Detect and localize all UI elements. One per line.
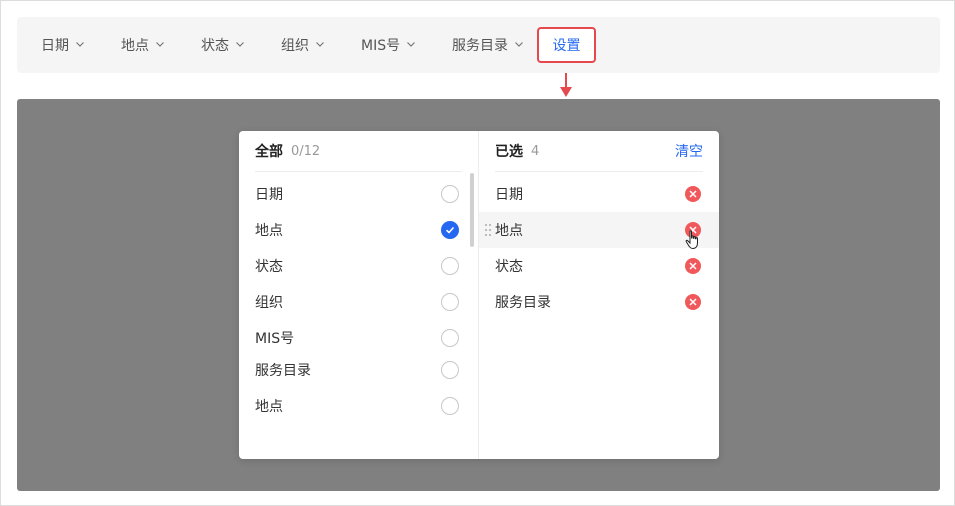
selected-columns-list: 已选 4 清空 日期 地点 状态 服务目录 — [479, 131, 719, 459]
filter-label: 地点 — [121, 38, 149, 54]
drag-handle-icon[interactable] — [484, 223, 492, 237]
remove-icon[interactable] — [685, 294, 701, 310]
all-columns-count: 0/12 — [291, 143, 321, 159]
chevron-down-icon — [236, 42, 244, 47]
arrow-down-icon — [560, 73, 572, 97]
list-item[interactable]: 状态 — [239, 248, 479, 284]
filter-label: MIS号 — [361, 38, 401, 54]
list-item[interactable]: MIS号 — [239, 320, 479, 356]
settings-button[interactable]: 设置 — [537, 27, 596, 63]
checkbox[interactable] — [441, 361, 459, 379]
checkbox[interactable] — [441, 185, 459, 203]
filter-date[interactable]: 日期 — [41, 17, 85, 73]
selected-item[interactable]: 日期 — [479, 176, 719, 212]
filter-mis[interactable]: MIS号 — [361, 17, 416, 73]
filter-bar: 日期 地点 状态 组织 MIS号 服务目录 设置 — [17, 17, 940, 73]
filter-label: 组织 — [281, 38, 309, 54]
selected-item[interactable]: 状态 — [479, 248, 719, 284]
checkbox[interactable] — [441, 329, 459, 347]
filter-status[interactable]: 状态 — [201, 17, 245, 73]
all-columns-header: 全部 0/12 — [255, 131, 462, 172]
scrollbar[interactable] — [470, 173, 474, 247]
filter-organization[interactable]: 组织 — [281, 17, 325, 73]
clear-button[interactable]: 清空 — [675, 141, 703, 161]
remove-icon[interactable] — [685, 258, 701, 274]
checkbox[interactable] — [441, 293, 459, 311]
close-icon — [689, 262, 697, 270]
chevron-down-icon — [407, 42, 416, 47]
filter-service-catalog[interactable]: 服务目录 — [452, 17, 524, 73]
selected-item-label: 服务目录 — [495, 295, 551, 311]
chevron-down-icon — [156, 42, 164, 47]
close-icon — [689, 298, 697, 306]
checkbox[interactable] — [441, 257, 459, 275]
checkbox[interactable] — [441, 397, 459, 415]
filter-label: 日期 — [41, 38, 69, 54]
selected-item-label: 日期 — [495, 187, 523, 203]
list-item[interactable]: 地点 — [239, 388, 479, 424]
selected-item-label: 地点 — [495, 223, 523, 239]
all-columns-title: 全部 — [255, 144, 283, 160]
filter-label: 状态 — [201, 38, 229, 54]
close-icon — [689, 190, 697, 198]
selected-item[interactable]: 服务目录 — [479, 284, 719, 320]
filter-label: 服务目录 — [452, 38, 508, 54]
list-item[interactable]: 组织 — [239, 284, 479, 320]
selected-columns-title: 已选 — [495, 144, 523, 160]
check-icon — [445, 226, 455, 234]
selected-item[interactable]: 地点 — [479, 212, 719, 248]
all-columns-list: 全部 0/12 日期 地点 状态 组织 MIS号 服务目录 地点 — [239, 131, 479, 459]
checkbox-checked[interactable] — [441, 221, 459, 239]
column-settings-panel: 全部 0/12 日期 地点 状态 组织 MIS号 服务目录 地点 已选 4 清空… — [239, 131, 719, 459]
window-frame: 日期 地点 状态 组织 MIS号 服务目录 设置 全部 0/12 日期 地点 状… — [0, 0, 955, 506]
chevron-down-icon — [76, 42, 84, 47]
selected-columns-count: 4 — [531, 143, 540, 159]
filter-location[interactable]: 地点 — [121, 17, 165, 73]
chevron-down-icon — [316, 42, 324, 47]
selected-columns-header: 已选 4 清空 — [495, 131, 703, 172]
list-item[interactable]: 服务目录 — [239, 352, 479, 388]
hand-cursor-icon — [685, 230, 698, 250]
list-item[interactable]: 日期 — [239, 176, 479, 212]
selected-item-label: 状态 — [495, 259, 523, 275]
settings-label: 设置 — [552, 38, 581, 54]
list-item[interactable]: 地点 — [239, 212, 479, 248]
chevron-down-icon — [515, 42, 523, 47]
remove-icon[interactable] — [685, 186, 701, 202]
